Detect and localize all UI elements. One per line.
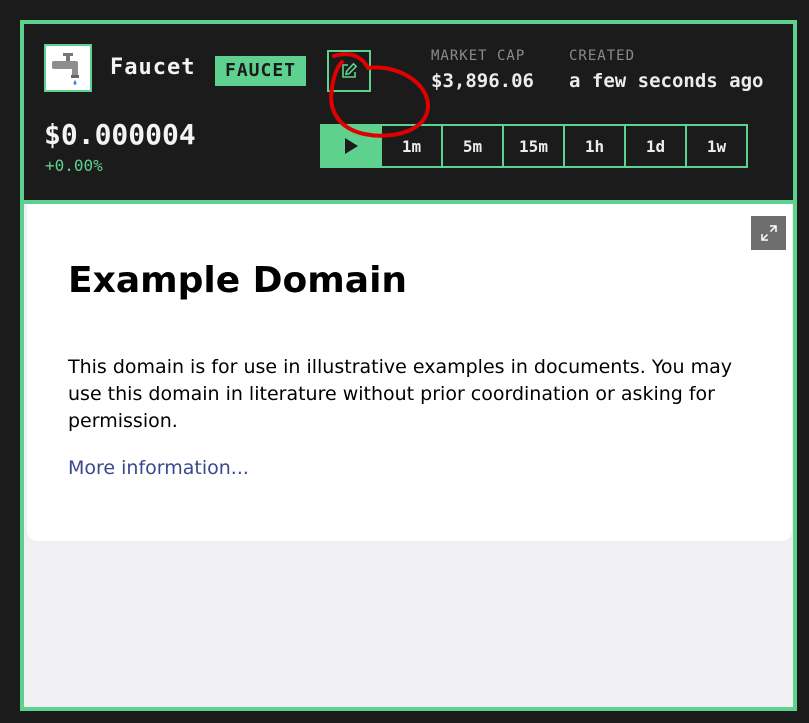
timeframe-5m[interactable]: 5m <box>441 124 504 168</box>
timeframe-1d[interactable]: 1d <box>624 124 687 168</box>
timeframe-1m[interactable]: 1m <box>380 124 443 168</box>
created-label: CREATED <box>569 48 636 64</box>
token-ticker-badge: FAUCET <box>215 56 307 86</box>
price-change: +0.00% <box>45 156 103 175</box>
token-header: Faucet FAUCET MARKET CAP $3,896.06 CREAT… <box>24 24 793 200</box>
fullscreen-button[interactable] <box>751 216 786 250</box>
faucet-icon <box>52 53 79 85</box>
token-price: $0.000004 <box>44 118 196 151</box>
more-information-link[interactable]: More information... <box>68 457 249 479</box>
token-card: Faucet FAUCET MARKET CAP $3,896.06 CREAT… <box>20 20 797 711</box>
token-name: Faucet <box>110 55 196 80</box>
timeframe-15m[interactable]: 15m <box>502 124 565 168</box>
created-value: a few seconds ago <box>569 70 764 92</box>
timeframe-1h[interactable]: 1h <box>563 124 626 168</box>
play-icon <box>345 138 358 154</box>
embedded-viewport: Example Domain This domain is for use in… <box>24 204 793 707</box>
page-heading: Example Domain <box>68 260 408 301</box>
market-cap-label: MARKET CAP <box>431 48 526 64</box>
expand-icon <box>760 225 777 241</box>
play-button[interactable] <box>320 124 382 168</box>
market-cap-value: $3,896.06 <box>431 70 534 92</box>
token-logo <box>44 44 92 92</box>
page-body-text: This domain is for use in illustrative e… <box>68 356 732 432</box>
timeframe-1w[interactable]: 1w <box>685 124 748 168</box>
edit-button[interactable] <box>327 50 371 92</box>
edit-icon <box>342 62 358 78</box>
embedded-page: Example Domain This domain is for use in… <box>27 204 792 541</box>
timeframe-selector: 1m 5m 15m 1h 1d 1w <box>320 124 748 168</box>
